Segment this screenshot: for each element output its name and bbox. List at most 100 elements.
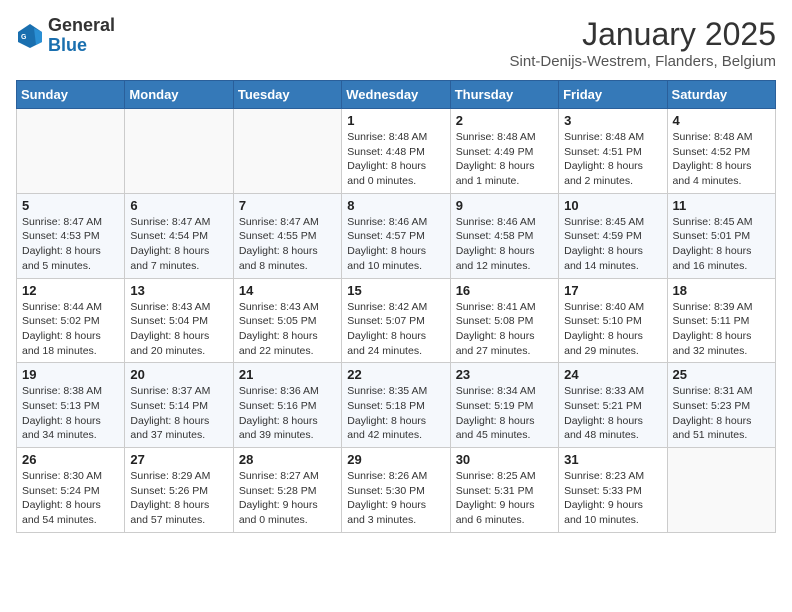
day-info: Sunrise: 8:41 AMSunset: 5:08 PMDaylight:…	[456, 300, 553, 359]
day-info: Sunrise: 8:34 AMSunset: 5:19 PMDaylight:…	[456, 384, 553, 443]
calendar-cell: 5 Sunrise: 8:47 AMSunset: 4:53 PMDaylight…	[17, 193, 125, 278]
logo-text: General Blue	[48, 16, 115, 56]
calendar-cell	[17, 109, 125, 194]
day-info: Sunrise: 8:37 AMSunset: 5:14 PMDaylight:…	[130, 384, 227, 443]
calendar-cell: 12 Sunrise: 8:44 AMSunset: 5:02 PMDayligh…	[17, 278, 125, 363]
day-info: Sunrise: 8:36 AMSunset: 5:16 PMDaylight:…	[239, 384, 336, 443]
calendar-cell: 25 Sunrise: 8:31 AMSunset: 5:23 PMDayligh…	[667, 363, 775, 448]
calendar-cell: 30Sunrise: 8:25 AMSunset: 5:31 PMDayligh…	[450, 448, 558, 533]
day-number: 23	[456, 367, 553, 382]
calendar-cell: 24Sunrise: 8:33 AMSunset: 5:21 PMDayligh…	[559, 363, 667, 448]
day-number: 25	[673, 367, 770, 382]
day-number: 19	[22, 367, 119, 382]
day-number: 22	[347, 367, 444, 382]
calendar-cell: 20 Sunrise: 8:37 AMSunset: 5:14 PMDayligh…	[125, 363, 233, 448]
calendar-cell: 9Sunrise: 8:46 AMSunset: 4:58 PMDaylight…	[450, 193, 558, 278]
calendar-cell: 18 Sunrise: 8:39 AMSunset: 5:11 PMDayligh…	[667, 278, 775, 363]
day-number: 26	[22, 452, 119, 467]
calendar-cell: 4Sunrise: 8:48 AMSunset: 4:52 PMDaylight…	[667, 109, 775, 194]
calendar-cell: 10 Sunrise: 8:45 AMSunset: 4:59 PMDayligh…	[559, 193, 667, 278]
day-number: 10	[564, 198, 661, 213]
calendar-cell: 27 Sunrise: 8:29 AMSunset: 5:26 PMDayligh…	[125, 448, 233, 533]
day-info: Sunrise: 8:33 AMSunset: 5:21 PMDaylight:…	[564, 384, 661, 443]
day-info: Sunrise: 8:44 AMSunset: 5:02 PMDaylight:…	[22, 300, 119, 359]
calendar-cell: 19 Sunrise: 8:38 AMSunset: 5:13 PMDayligh…	[17, 363, 125, 448]
weekday-header-wednesday: Wednesday	[342, 81, 450, 109]
calendar-cell: 17 Sunrise: 8:40 AMSunset: 5:10 PMDayligh…	[559, 278, 667, 363]
calendar-cell: 2 Sunrise: 8:48 AMSunset: 4:49 PMDaylight…	[450, 109, 558, 194]
logo-icon: G	[16, 22, 44, 50]
day-info: Sunrise: 8:29 AMSunset: 5:26 PMDaylight:…	[130, 469, 227, 528]
day-number: 27	[130, 452, 227, 467]
day-info: Sunrise: 8:23 AMSunset: 5:33 PMDaylight:…	[564, 469, 661, 528]
day-info: Sunrise: 8:27 AMSunset: 5:28 PMDaylight:…	[239, 469, 336, 528]
day-info: Sunrise: 8:42 AMSunset: 5:07 PMDaylight:…	[347, 300, 444, 359]
day-info: Sunrise: 8:45 AMSunset: 5:01 PMDaylight:…	[673, 215, 770, 274]
location-title: Sint-Denijs-Westrem, Flanders, Belgium	[510, 53, 776, 70]
calendar-week-1: 1 Sunrise: 8:48 AMSunset: 4:48 PMDaylight…	[17, 109, 776, 194]
day-info: Sunrise: 8:47 AMSunset: 4:55 PMDaylight:…	[239, 215, 336, 274]
calendar-cell: 29 Sunrise: 8:26 AMSunset: 5:30 PMDayligh…	[342, 448, 450, 533]
calendar-cell: 31 Sunrise: 8:23 AMSunset: 5:33 PMDayligh…	[559, 448, 667, 533]
day-info: Sunrise: 8:40 AMSunset: 5:10 PMDaylight:…	[564, 300, 661, 359]
day-number: 14	[239, 283, 336, 298]
calendar-cell: 8 Sunrise: 8:46 AMSunset: 4:57 PMDaylight…	[342, 193, 450, 278]
day-number: 5	[22, 198, 119, 213]
calendar-cell	[125, 109, 233, 194]
day-number: 7	[239, 198, 336, 213]
day-number: 4	[673, 113, 770, 128]
calendar-cell: 13 Sunrise: 8:43 AMSunset: 5:04 PMDayligh…	[125, 278, 233, 363]
day-number: 20	[130, 367, 227, 382]
calendar-cell: 22Sunrise: 8:35 AMSunset: 5:18 PMDayligh…	[342, 363, 450, 448]
day-number: 6	[130, 198, 227, 213]
day-info: Sunrise: 8:31 AMSunset: 5:23 PMDaylight:…	[673, 384, 770, 443]
day-number: 29	[347, 452, 444, 467]
day-info: Sunrise: 8:26 AMSunset: 5:30 PMDaylight:…	[347, 469, 444, 528]
calendar-cell: 26Sunrise: 8:30 AMSunset: 5:24 PMDayligh…	[17, 448, 125, 533]
day-number: 3	[564, 113, 661, 128]
day-number: 9	[456, 198, 553, 213]
calendar-week-2: 5 Sunrise: 8:47 AMSunset: 4:53 PMDaylight…	[17, 193, 776, 278]
calendar-cell: 21 Sunrise: 8:36 AMSunset: 5:16 PMDayligh…	[233, 363, 341, 448]
weekday-header-friday: Friday	[559, 81, 667, 109]
day-number: 13	[130, 283, 227, 298]
day-info: Sunrise: 8:46 AMSunset: 4:57 PMDaylight:…	[347, 215, 444, 274]
calendar-cell: 16 Sunrise: 8:41 AMSunset: 5:08 PMDayligh…	[450, 278, 558, 363]
weekday-header-tuesday: Tuesday	[233, 81, 341, 109]
day-number: 15	[347, 283, 444, 298]
day-number: 8	[347, 198, 444, 213]
calendar-cell	[233, 109, 341, 194]
day-number: 2	[456, 113, 553, 128]
day-number: 16	[456, 283, 553, 298]
calendar-cell: 28 Sunrise: 8:27 AMSunset: 5:28 PMDayligh…	[233, 448, 341, 533]
day-number: 1	[347, 113, 444, 128]
day-number: 12	[22, 283, 119, 298]
svg-text:G: G	[21, 34, 27, 41]
weekday-header-thursday: Thursday	[450, 81, 558, 109]
calendar-week-4: 19 Sunrise: 8:38 AMSunset: 5:13 PMDayligh…	[17, 363, 776, 448]
title-block: January 2025 Sint-Denijs-Westrem, Flande…	[510, 16, 776, 70]
calendar-table: SundayMondayTuesdayWednesdayThursdayFrid…	[16, 80, 776, 533]
day-info: Sunrise: 8:45 AMSunset: 4:59 PMDaylight:…	[564, 215, 661, 274]
day-number: 11	[673, 198, 770, 213]
day-number: 31	[564, 452, 661, 467]
day-number: 28	[239, 452, 336, 467]
calendar-cell: 6Sunrise: 8:47 AMSunset: 4:54 PMDaylight…	[125, 193, 233, 278]
day-info: Sunrise: 8:48 AMSunset: 4:48 PMDaylight:…	[347, 130, 444, 189]
calendar-cell: 7 Sunrise: 8:47 AMSunset: 4:55 PMDaylight…	[233, 193, 341, 278]
day-number: 17	[564, 283, 661, 298]
day-info: Sunrise: 8:47 AMSunset: 4:53 PMDaylight:…	[22, 215, 119, 274]
month-title: January 2025	[510, 16, 776, 53]
calendar-week-3: 12 Sunrise: 8:44 AMSunset: 5:02 PMDayligh…	[17, 278, 776, 363]
calendar-cell: 14Sunrise: 8:43 AMSunset: 5:05 PMDayligh…	[233, 278, 341, 363]
day-info: Sunrise: 8:39 AMSunset: 5:11 PMDaylight:…	[673, 300, 770, 359]
calendar-week-5: 26Sunrise: 8:30 AMSunset: 5:24 PMDayligh…	[17, 448, 776, 533]
day-info: Sunrise: 8:38 AMSunset: 5:13 PMDaylight:…	[22, 384, 119, 443]
day-info: Sunrise: 8:25 AMSunset: 5:31 PMDaylight:…	[456, 469, 553, 528]
day-number: 18	[673, 283, 770, 298]
day-info: Sunrise: 8:43 AMSunset: 5:04 PMDaylight:…	[130, 300, 227, 359]
weekday-header-saturday: Saturday	[667, 81, 775, 109]
calendar-cell: 3Sunrise: 8:48 AMSunset: 4:51 PMDaylight…	[559, 109, 667, 194]
day-info: Sunrise: 8:48 AMSunset: 4:49 PMDaylight:…	[456, 130, 553, 189]
day-number: 21	[239, 367, 336, 382]
